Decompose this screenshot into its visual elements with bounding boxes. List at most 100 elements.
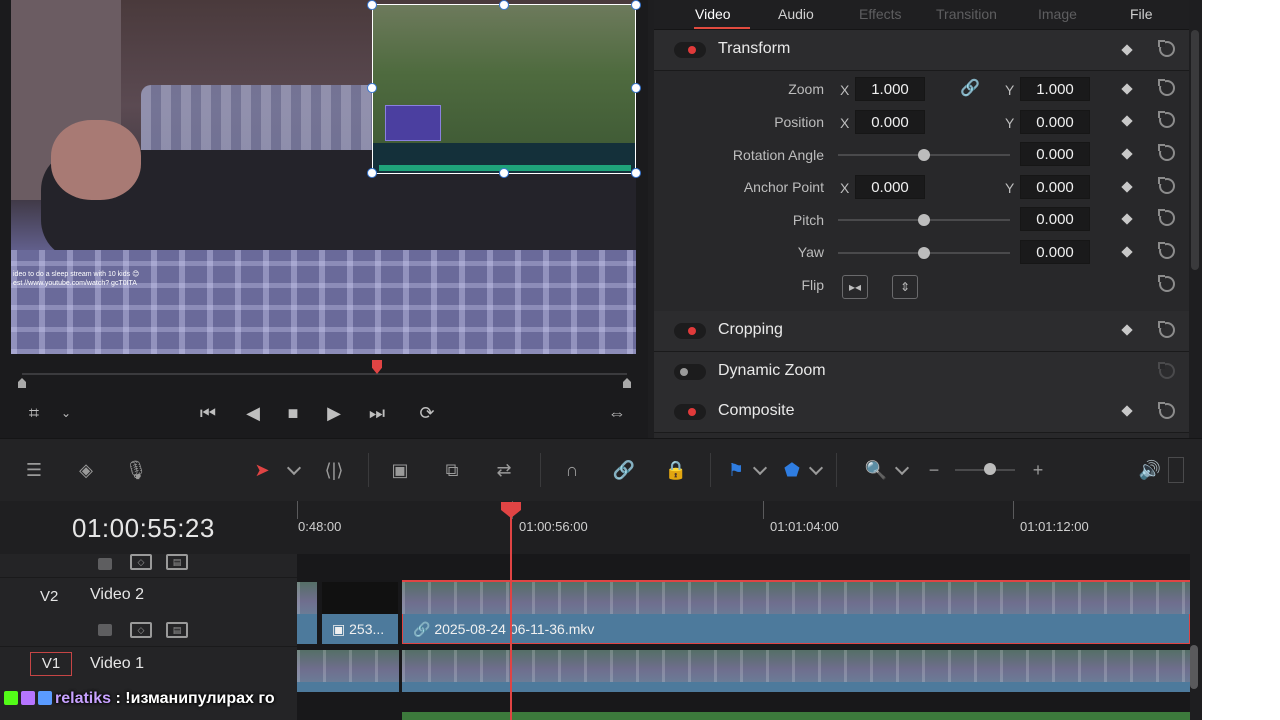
- transform-handle-br[interactable]: [631, 168, 641, 178]
- lock-icon[interactable]: [98, 624, 112, 636]
- reset-icon[interactable]: [1158, 40, 1175, 57]
- timeline-clip-label[interactable]: [297, 614, 317, 644]
- transform-handle-t[interactable]: [499, 0, 509, 10]
- stop-icon[interactable]: ■: [280, 400, 306, 426]
- play-reverse-icon[interactable]: ◀: [240, 400, 266, 426]
- position-y-field[interactable]: 0.000: [1020, 110, 1090, 134]
- timeline-tracks[interactable]: ▣ 253... 🔗 2025-08-24 06-11-36.mkv: [297, 554, 1190, 720]
- flag-icon[interactable]: ⚑: [722, 457, 750, 483]
- zoom-keyframe-icon[interactable]: [1121, 83, 1133, 95]
- timeline-clip-label[interactable]: ▣ 253...: [322, 614, 398, 644]
- viewer-scrubber[interactable]: [22, 373, 627, 375]
- timeline-audio-clip[interactable]: [402, 712, 1190, 720]
- flip-vertical-icon[interactable]: ⇕: [892, 275, 918, 299]
- position-x-field[interactable]: 0.000: [855, 110, 925, 134]
- yaw-reset-icon[interactable]: [1158, 242, 1175, 259]
- marker-icon[interactable]: ⬟: [778, 457, 806, 483]
- rotation-field[interactable]: 0.000: [1020, 142, 1090, 166]
- composite-reset-icon[interactable]: [1158, 402, 1175, 419]
- replace-clip-icon[interactable]: ⇄: [490, 457, 518, 483]
- cropping-reset-icon[interactable]: [1158, 321, 1175, 338]
- cropping-toggle[interactable]: [674, 323, 706, 339]
- timeline-clip[interactable]: [297, 582, 317, 614]
- timeline-clip-label-main[interactable]: 🔗 2025-08-24 06-11-36.mkv: [402, 614, 1190, 644]
- yaw-slider-knob[interactable]: [918, 247, 930, 259]
- scrub-out-marker[interactable]: [623, 378, 631, 388]
- pitch-slider-knob[interactable]: [918, 214, 930, 226]
- timeline-clip-v1-label[interactable]: [297, 682, 399, 692]
- track-code-v1[interactable]: V1: [30, 652, 72, 676]
- overwrite-clip-icon[interactable]: ⧉: [438, 457, 466, 483]
- timeline-clip-thumbnail[interactable]: [322, 582, 398, 614]
- anchor-keyframe-icon[interactable]: [1121, 181, 1133, 193]
- marker-dropdown-icon[interactable]: [808, 460, 824, 476]
- transform-toggle[interactable]: [674, 42, 706, 58]
- timeline-scrollbar[interactable]: [1190, 645, 1198, 689]
- zoom-y-field[interactable]: 1.000: [1020, 77, 1090, 101]
- tab-file[interactable]: File: [1130, 6, 1153, 22]
- anchor-x-field[interactable]: 0.000: [855, 175, 925, 199]
- cropping-keyframe-icon[interactable]: [1121, 324, 1133, 336]
- auto-select-icon[interactable]: ◇: [130, 622, 152, 638]
- transform-section-header[interactable]: Transform: [654, 30, 1189, 71]
- dynamic-zoom-section-header[interactable]: Dynamic Zoom: [654, 352, 1189, 393]
- composite-keyframe-icon[interactable]: [1121, 405, 1133, 417]
- transform-mode-dropdown-icon[interactable]: ⌄: [56, 400, 76, 426]
- match-frame-icon[interactable]: ⇔: [602, 400, 632, 426]
- anchor-y-field[interactable]: 0.000: [1020, 175, 1090, 199]
- track-visibility-icon[interactable]: ▤: [166, 554, 188, 570]
- yaw-keyframe-icon[interactable]: [1121, 246, 1133, 258]
- zoom-timeline-icon[interactable]: 🔍: [862, 457, 890, 483]
- composite-section-header[interactable]: Composite: [654, 392, 1189, 433]
- selection-pointer-icon[interactable]: ➤: [248, 457, 276, 483]
- keyframe-icon[interactable]: [1121, 44, 1133, 56]
- tab-transition[interactable]: Transition: [936, 6, 997, 22]
- auto-select-icon[interactable]: ◇: [130, 554, 152, 570]
- timeline-clip-v1[interactable]: [297, 650, 399, 682]
- transform-handle-bl[interactable]: [367, 168, 377, 178]
- position-keyframe-icon[interactable]: [1121, 115, 1133, 127]
- track-code-v2[interactable]: V2: [40, 588, 58, 605]
- transform-handle-r[interactable]: [631, 83, 641, 93]
- pitch-keyframe-icon[interactable]: [1121, 213, 1133, 225]
- tab-audio[interactable]: Audio: [778, 6, 814, 22]
- flip-horizontal-icon[interactable]: ▸◂: [842, 275, 868, 299]
- zoom-in-icon[interactable]: +: [1024, 457, 1052, 483]
- transform-handle-b[interactable]: [499, 168, 509, 178]
- dynamic-zoom-toggle[interactable]: [674, 364, 706, 380]
- rotation-reset-icon[interactable]: [1158, 144, 1175, 161]
- pointer-dropdown-icon[interactable]: [286, 460, 302, 476]
- linked-selection-icon[interactable]: 🔗: [610, 457, 638, 483]
- yaw-field[interactable]: 0.000: [1020, 240, 1090, 264]
- zoom-dropdown-icon[interactable]: [894, 460, 910, 476]
- tab-video[interactable]: Video: [695, 6, 731, 22]
- jump-end-icon[interactable]: ⏭: [361, 400, 393, 426]
- picture-in-picture-layer[interactable]: [372, 4, 636, 174]
- pitch-field[interactable]: 0.000: [1020, 207, 1090, 231]
- anchor-reset-icon[interactable]: [1158, 177, 1175, 194]
- inspector-scrollbar[interactable]: [1191, 30, 1199, 270]
- transform-handle-l[interactable]: [367, 83, 377, 93]
- lock-icon[interactable]: [98, 558, 112, 570]
- flag-dropdown-icon[interactable]: [752, 460, 768, 476]
- link-icon[interactable]: 🔗: [956, 76, 984, 102]
- pitch-reset-icon[interactable]: [1158, 209, 1175, 226]
- zoom-x-field[interactable]: 1.000: [855, 77, 925, 101]
- track-name-v2[interactable]: Video 2: [90, 586, 144, 604]
- voiceover-mic-icon[interactable]: 🎙: [122, 457, 150, 483]
- timeline-clip-v1-main[interactable]: [402, 650, 1190, 682]
- scrub-playhead[interactable]: [372, 360, 382, 374]
- loop-icon[interactable]: ⟳: [412, 400, 442, 426]
- composite-toggle[interactable]: [674, 404, 706, 420]
- zoom-out-icon[interactable]: −: [920, 457, 948, 483]
- rotation-keyframe-icon[interactable]: [1121, 148, 1133, 160]
- timeline-clip-v1-main-label[interactable]: [402, 682, 1190, 692]
- track-name-v1[interactable]: Video 1: [90, 655, 144, 673]
- timeline-timecode[interactable]: 01:00:55:23: [72, 513, 215, 544]
- transform-handle-tr[interactable]: [631, 0, 641, 10]
- scrub-in-marker[interactable]: [18, 378, 26, 388]
- zoom-reset-icon[interactable]: [1158, 79, 1175, 96]
- tab-image[interactable]: Image: [1038, 6, 1077, 22]
- timeline-options-icon[interactable]: ☰: [20, 457, 48, 483]
- cropping-section-header[interactable]: Cropping: [654, 311, 1189, 352]
